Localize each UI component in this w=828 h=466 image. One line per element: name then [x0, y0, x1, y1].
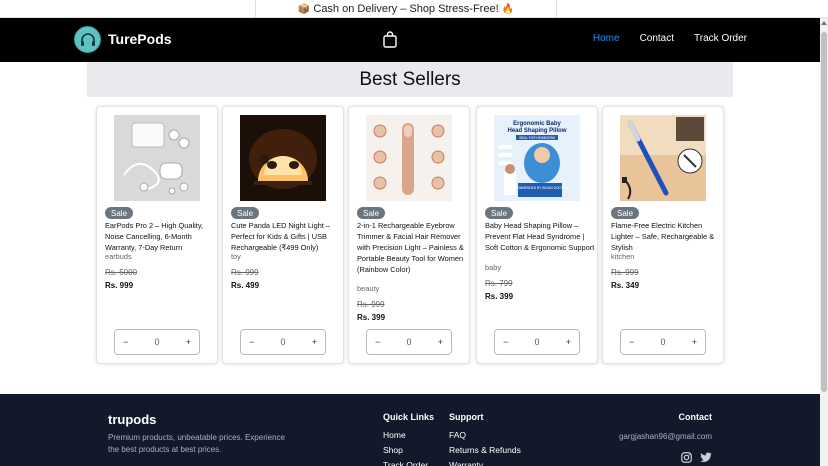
product-card[interactable]: Sale EarPods Pro 2 – High Quality, Noise…	[96, 106, 218, 364]
twitter-icon[interactable]	[700, 452, 712, 463]
main-content: Best Sellers Sale EarPods Pro 2 – High Q…	[0, 62, 820, 394]
pillow-image-line2: Head Shaping Pillow	[507, 128, 566, 134]
footer-support: Support FAQ Returns & Refunds Warranty	[449, 412, 521, 466]
fire-icon: 🔥	[501, 3, 515, 15]
quick-links-title: Quick Links	[383, 412, 435, 422]
product-name[interactable]: EarPods Pro 2 – High Quality, Noise Canc…	[105, 220, 215, 253]
footer-quick-links: Quick Links Home Shop Track Order	[383, 412, 434, 466]
product-card[interactable]: Sale Flame-Free Electric Kitchen Lighter…	[602, 106, 724, 364]
product-name[interactable]: 2-in-1 Rechargeable Eyebrow Trimmer & Fa…	[357, 220, 467, 275]
current-price: Rs. 999	[105, 281, 134, 290]
quantity-stepper: − 0 +	[494, 329, 580, 355]
quantity-value: 0	[660, 337, 666, 347]
current-price: Rs. 349	[611, 281, 640, 290]
quantity-stepper: − 0 +	[240, 329, 326, 355]
old-price: Rs. 999	[231, 268, 259, 277]
plus-icon[interactable]: +	[692, 337, 697, 347]
footer-link-returns[interactable]: Returns & Refunds	[449, 443, 521, 458]
quantity-value: 0	[406, 337, 412, 347]
brand-logo[interactable]	[74, 26, 101, 53]
current-price: Rs. 399	[357, 313, 386, 322]
nav-contact-link[interactable]: Contact	[640, 33, 674, 44]
footer-link-shop[interactable]: Shop	[383, 443, 434, 458]
footer-link-track-order[interactable]: Track Order	[383, 458, 434, 466]
product-image-trimmer[interactable]	[366, 115, 452, 201]
product-image-baby-pillow[interactable]: Ergonomic Baby Head Shaping Pillow IDEAL…	[494, 115, 580, 201]
quantity-stepper: − 0 +	[366, 329, 452, 355]
support-title: Support	[449, 412, 484, 422]
product-category: beauty	[357, 284, 380, 293]
sale-badge: Sale	[357, 207, 386, 219]
product-image-earpods[interactable]	[114, 115, 200, 201]
scrollbar-thumb[interactable]	[821, 32, 827, 392]
old-price: Rs. 999	[611, 268, 639, 277]
product-category: baby	[485, 263, 502, 272]
product-name[interactable]: Cute Panda LED Night Light – Perfect for…	[231, 220, 341, 253]
footer-link-warranty[interactable]: Warranty	[449, 458, 521, 466]
old-price: Rs. 799	[485, 279, 513, 288]
nav-links: Home Contact Track Order	[593, 33, 747, 44]
product-card[interactable]: Ergonomic Baby Head Shaping Pillow IDEAL…	[476, 106, 598, 364]
product-category: earbuds	[105, 252, 132, 261]
pillow-image-line1: Ergonomic Baby	[513, 121, 561, 127]
product-name[interactable]: Baby Head Shaping Pillow – Prevent Flat …	[485, 220, 595, 253]
old-price: Rs. 999	[357, 300, 385, 309]
quantity-value: 0	[534, 337, 540, 347]
product-image-panda-light[interactable]	[240, 115, 326, 201]
plus-icon[interactable]: +	[186, 337, 191, 347]
navbar: TurePods Home Contact Track Order	[0, 18, 820, 62]
footer: trupods Premium products, unbeatable pri…	[0, 394, 820, 466]
contact-title: Contact	[678, 412, 713, 422]
footer-link-faq[interactable]: FAQ	[449, 428, 521, 443]
product-category: toy	[231, 252, 241, 261]
sale-badge: Sale	[105, 207, 134, 219]
sale-badge: Sale	[231, 207, 260, 219]
footer-link-home[interactable]: Home	[383, 428, 434, 443]
pillow-image-band: IDEAL FOR NEWBORNS	[519, 136, 555, 140]
minus-icon[interactable]: −	[629, 337, 634, 347]
old-price: Rs. 5000	[105, 268, 138, 277]
quantity-stepper: − 0 +	[114, 329, 200, 355]
headphones-icon	[80, 32, 95, 46]
announcement-text: Cash on Delivery – Shop Stress-Free!	[313, 3, 499, 15]
plus-icon[interactable]: +	[566, 337, 571, 347]
shopping-bag-icon[interactable]	[383, 31, 397, 48]
page-scrollbar[interactable]	[820, 18, 828, 466]
minus-icon[interactable]: −	[503, 337, 508, 347]
section-title: Best Sellers	[87, 62, 733, 97]
footer-tagline: Premium products, unbeatable prices. Exp…	[108, 433, 285, 454]
sale-badge: Sale	[485, 207, 514, 219]
footer-contact: Contact gargjashan96@gmail.com	[619, 412, 712, 441]
quantity-stepper: − 0 +	[620, 329, 706, 355]
current-price: Rs. 399	[485, 292, 514, 301]
instagram-icon[interactable]	[681, 452, 692, 463]
minus-icon[interactable]: −	[123, 337, 128, 347]
sale-badge: Sale	[611, 207, 640, 219]
current-price: Rs. 499	[231, 281, 260, 290]
product-category: kitchen	[611, 252, 635, 261]
minus-icon[interactable]: −	[249, 337, 254, 347]
announcement-bar: 📦 Cash on Delivery – Shop Stress-Free! 🔥	[0, 0, 828, 18]
brand-name[interactable]: TurePods	[108, 31, 172, 47]
product-name[interactable]: Flame-Free Electric Kitchen Lighter – Sa…	[611, 220, 721, 253]
quantity-value: 0	[154, 337, 160, 347]
social-links	[681, 452, 712, 463]
quantity-value: 0	[280, 337, 286, 347]
nav-home-link[interactable]: Home	[593, 33, 620, 44]
contact-email[interactable]: gargjashan96@gmail.com	[619, 432, 712, 441]
product-card[interactable]: Sale Cute Panda LED Night Light – Perfec…	[222, 106, 344, 364]
minus-icon[interactable]: −	[375, 337, 380, 347]
product-image-lighter[interactable]	[620, 115, 706, 201]
plus-icon[interactable]: +	[312, 337, 317, 347]
pillow-image-badge: RECOMMENDED BY INDIAN DOCTORS	[510, 186, 569, 190]
scroll-up-arrow-icon[interactable]	[821, 21, 827, 25]
package-icon: 📦	[297, 3, 311, 15]
product-card[interactable]: Sale 2-in-1 Rechargeable Eyebrow Trimmer…	[348, 106, 470, 364]
plus-icon[interactable]: +	[438, 337, 443, 347]
footer-brand: trupods	[108, 412, 157, 427]
nav-track-order-link[interactable]: Track Order	[694, 33, 747, 44]
